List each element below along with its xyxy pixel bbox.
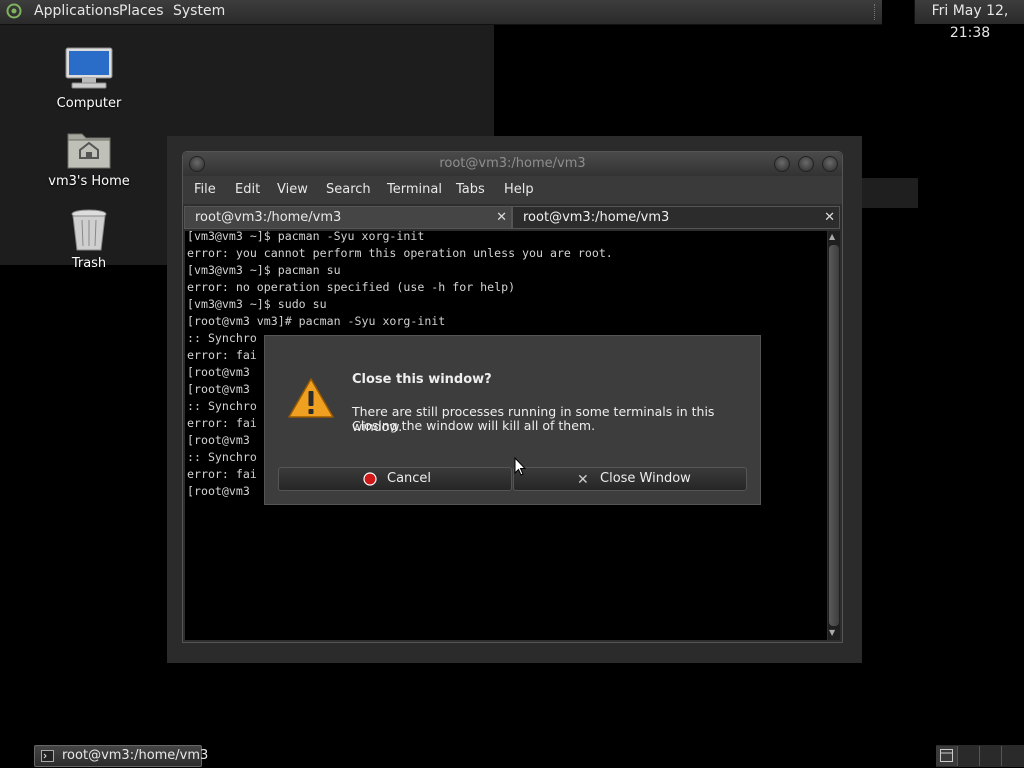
close-button[interactable] <box>822 156 838 172</box>
terminal-line: :: Synchro <box>187 399 257 413</box>
menu-search[interactable]: Search <box>326 182 371 197</box>
terminal-line: error: no operation specified (use -h fo… <box>187 280 516 294</box>
tab-close-icon[interactable]: ✕ <box>824 207 835 229</box>
minimize-button[interactable] <box>774 156 790 172</box>
desktop-icon-label: Computer <box>56 96 122 111</box>
desktop-icon-label: Trash <box>71 256 107 271</box>
tab-label: root@vm3:/home/vm3 <box>523 210 670 225</box>
bottom-panel: root@vm3:/home/vm3 <box>0 744 1024 768</box>
workspace-4[interactable] <box>1002 746 1024 766</box>
terminal-line: error: fai <box>187 348 257 362</box>
window-title: root@vm3:/home/vm3 <box>439 156 586 171</box>
terminal-line: [vm3@vm3 ~]$ pacman su <box>187 263 341 277</box>
terminal-tabbar: root@vm3:/home/vm3 ✕ root@vm3:/home/vm3 … <box>183 206 842 230</box>
terminal-line: [root@vm3 <box>187 382 250 396</box>
terminal-line: [root@vm3 vm3]# pacman -Syu xorg-init <box>187 314 446 328</box>
workspace-1[interactable] <box>936 746 958 766</box>
tab-2[interactable]: root@vm3:/home/vm3 ✕ <box>512 206 840 229</box>
close-confirm-dialog: Close this window? There are still proce… <box>264 335 761 505</box>
window-menu-button[interactable] <box>189 156 205 172</box>
close-window-label: Close Window <box>600 471 691 486</box>
clock[interactable]: Fri May 12, 21:38 <box>914 0 1024 41</box>
dialog-heading: Close this window? <box>352 372 492 387</box>
panel-handle <box>874 4 878 20</box>
taskbar-item-label: root@vm3:/home/vm3 <box>62 748 209 763</box>
tab-label: root@vm3:/home/vm3 <box>195 210 342 225</box>
tab-1[interactable]: root@vm3:/home/vm3 ✕ <box>184 206 512 229</box>
scroll-down-icon[interactable]: ▼ <box>829 628 835 637</box>
terminal-menubar: File Edit View Search Terminal Tabs Help <box>183 176 842 204</box>
tab-close-icon[interactable]: ✕ <box>496 207 507 229</box>
mouse-cursor-icon <box>514 457 526 476</box>
terminal-line: [vm3@vm3 ~]$ sudo su <box>187 297 327 311</box>
close-icon: ✕ <box>577 472 589 488</box>
close-window-button[interactable]: ✕ Close Window <box>513 467 747 491</box>
terminal-line: error: you cannot perform this operation… <box>187 246 613 260</box>
distro-logo-icon[interactable] <box>6 3 22 19</box>
terminal-line: [root@vm3 <box>187 433 250 447</box>
scrollbar-thumb[interactable] <box>829 245 839 626</box>
warning-icon <box>288 378 334 418</box>
workspace-switcher[interactable] <box>936 745 1024 767</box>
desktop-icon-label: vm3's Home <box>48 174 130 189</box>
cancel-button[interactable]: Cancel <box>278 467 512 491</box>
terminal-line: error: fai <box>187 416 257 430</box>
window-shadow-strip <box>862 178 918 208</box>
terminal-line: [root@vm3 <box>187 365 250 379</box>
trash-icon <box>71 209 107 251</box>
scroll-up-icon[interactable]: ▲ <box>829 232 835 241</box>
desktop-icon-computer[interactable]: Computer <box>29 46 149 111</box>
desktop-icon-trash[interactable]: Trash <box>29 208 149 271</box>
menu-applications[interactable]: Applications <box>34 3 120 19</box>
workspace-3[interactable] <box>980 746 1002 766</box>
menu-edit[interactable]: Edit <box>235 182 260 197</box>
window-titlebar[interactable]: root@vm3:/home/vm3 <box>183 152 842 176</box>
taskbar-item-terminal[interactable]: root@vm3:/home/vm3 <box>34 745 208 767</box>
terminal-line: [root@vm3 <box>187 484 250 498</box>
desktop-icon-home[interactable]: vm3's Home <box>29 128 149 189</box>
menu-view[interactable]: View <box>277 182 308 197</box>
top-panel: Applications Places System <box>0 0 882 25</box>
workspace-2[interactable] <box>958 746 980 766</box>
menu-tabs[interactable]: Tabs <box>456 182 485 197</box>
terminal-scrollbar[interactable]: ▲ ▼ <box>828 231 840 640</box>
home-folder-icon <box>67 133 111 169</box>
terminal-line: [vm3@vm3 ~]$ pacman -Syu xorg-init <box>187 229 425 243</box>
computer-icon <box>65 47 113 89</box>
menu-places[interactable]: Places <box>119 3 164 19</box>
menu-terminal[interactable]: Terminal <box>387 182 442 197</box>
menu-file[interactable]: File <box>194 182 216 197</box>
menu-help[interactable]: Help <box>504 182 534 197</box>
window-thumbnail-icon <box>940 749 953 762</box>
maximize-button[interactable] <box>798 156 814 172</box>
terminal-line: error: fai <box>187 467 257 481</box>
terminal-line: :: Synchro <box>187 331 257 345</box>
dialog-message: Closing the window will kill all of them… <box>352 418 596 433</box>
cancel-label: Cancel <box>387 471 432 486</box>
cancel-icon <box>363 472 377 486</box>
terminal-icon <box>41 750 54 762</box>
terminal-line: :: Synchro <box>187 450 257 464</box>
menu-system[interactable]: System <box>173 3 225 19</box>
